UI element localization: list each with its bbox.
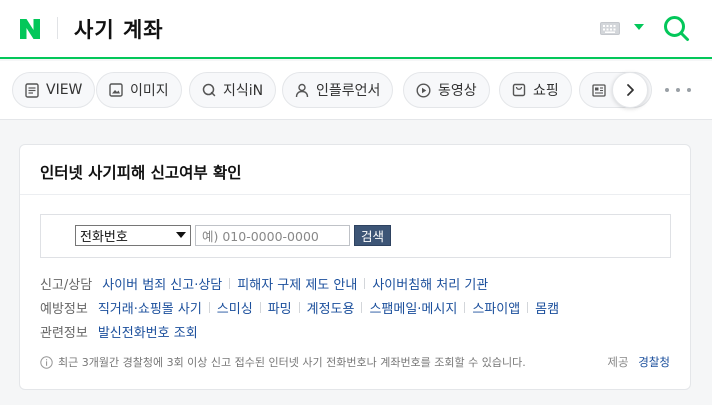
q-icon [202, 83, 216, 97]
report-consult-row: 신고/상담 사이버 범죄 신고·상담 피해자 구제 제도 안내 사이버침해 처리… [40, 274, 488, 293]
provider-label: 제공 [607, 355, 629, 369]
prevention-info-row: 예방정보 직거래·쇼핑몰 사기 스미싱 파밍 계정도용 스팸메일·메시지 스파이… [40, 298, 559, 317]
autocomplete-toggle-icon[interactable] [634, 24, 644, 30]
tab-shopping[interactable]: 쇼핑 [499, 72, 572, 108]
notice-message: 최근 3개월간 경찰청에 3회 이상 신고 접수된 인터넷 사기 전화번호나 계… [58, 356, 526, 369]
search-query[interactable]: 사기 계좌 [74, 14, 164, 44]
select-value: 전화번호 [80, 230, 128, 245]
search-type-select[interactable]: 전화번호 [75, 225, 191, 246]
fraud-check-card: 인터넷 사기피해 신고여부 확인 전화번호 예) 010-0000-0000 검… [19, 144, 691, 390]
play-icon [416, 82, 431, 98]
divider [298, 302, 300, 313]
link-pharming[interactable]: 파밍 [268, 298, 292, 317]
link-direct-trade-fraud[interactable]: 직거래·쇼핑몰 사기 [98, 298, 202, 317]
info-icon [40, 355, 53, 369]
tab-label: VIEW [46, 82, 83, 98]
tab-label: 인플루언서 [316, 83, 381, 99]
tab-knowledge-in[interactable]: 지식iN [189, 72, 277, 108]
tab-image[interactable]: 이미지 [96, 72, 182, 108]
link-smishing[interactable]: 스미싱 [217, 298, 253, 317]
fraud-search-form: 전화번호 예) 010-0000-0000 검색 [40, 214, 671, 258]
more-options-icon[interactable] [665, 83, 691, 97]
tab-label: 이미지 [130, 83, 169, 99]
divider [527, 302, 529, 313]
link-cyber-breach-agency[interactable]: 사이버침해 처리 기관 [372, 274, 488, 293]
notice-text: 최근 3개월간 경찰청에 3회 이상 신고 접수된 인터넷 사기 전화번호나 계… [40, 354, 526, 370]
document-icon [25, 82, 39, 98]
card-divider [20, 194, 690, 195]
tab-label: 쇼핑 [533, 83, 559, 99]
divider [259, 302, 261, 313]
link-victim-relief[interactable]: 피해자 구제 제도 안내 [237, 274, 357, 293]
card-title: 인터넷 사기피해 신고여부 확인 [40, 164, 242, 182]
person-icon [295, 83, 309, 97]
news-icon [592, 83, 606, 97]
tabs-next-button[interactable] [612, 72, 648, 108]
header-divider [57, 17, 58, 39]
tab-video[interactable]: 동영상 [403, 72, 490, 108]
chevron-right-icon [627, 84, 634, 96]
link-spyapp[interactable]: 스파이앱 [472, 298, 520, 317]
row-label: 예방정보 [40, 302, 88, 317]
divider [464, 302, 466, 313]
link-bodycam[interactable]: 몸캠 [535, 298, 559, 317]
divider [364, 278, 366, 289]
link-cyber-crime-report[interactable]: 사이버 범죄 신고·상담 [102, 274, 222, 293]
divider [229, 278, 231, 289]
image-icon [109, 83, 123, 97]
bag-icon [512, 83, 526, 97]
number-input[interactable]: 예) 010-0000-0000 [195, 225, 350, 246]
provider-link[interactable]: 경찰청 [638, 355, 670, 369]
link-account-theft[interactable]: 계정도용 [307, 298, 355, 317]
tab-view[interactable]: VIEW [12, 72, 96, 108]
search-tab-bar: VIEW 이미지 지식iN 인플루언서 동영상 쇼핑 뉴스 [0, 61, 712, 120]
search-icon[interactable] [662, 14, 690, 42]
provider-info: 제공 경찰청 [607, 354, 670, 370]
link-spam[interactable]: 스팸메일·메시지 [369, 298, 457, 317]
tab-influencer[interactable]: 인플루언서 [282, 72, 394, 108]
tab-label: 지식iN [223, 83, 264, 99]
keyboard-icon[interactable] [600, 22, 620, 35]
naver-logo[interactable] [18, 17, 42, 41]
chevron-down-icon [176, 232, 186, 238]
tab-label: 동영상 [438, 83, 477, 99]
row-label: 관련정보 [40, 326, 88, 341]
link-caller-lookup[interactable]: 발신전화번호 조회 [98, 322, 198, 341]
search-header: 사기 계좌 [0, 0, 712, 59]
divider [208, 302, 210, 313]
search-button[interactable]: 검색 [354, 225, 391, 246]
related-info-row: 관련정보 발신전화번호 조회 [40, 322, 198, 341]
divider [361, 302, 363, 313]
row-label: 신고/상담 [40, 278, 93, 293]
